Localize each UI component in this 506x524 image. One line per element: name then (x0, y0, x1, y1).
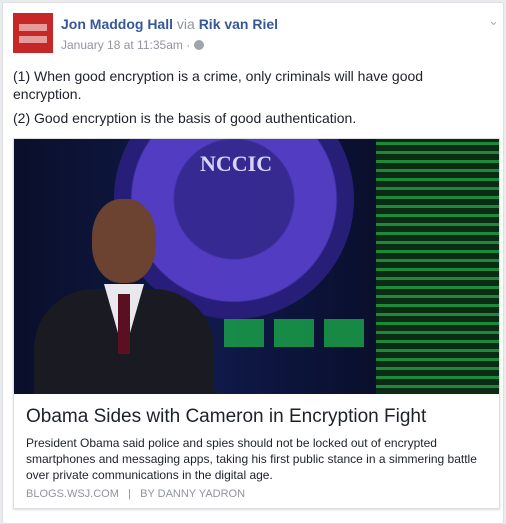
post-meta: January 18 at 11:35am · (61, 38, 204, 52)
link-title[interactable]: Obama Sides with Cameron in Encryption F… (26, 406, 426, 428)
post-text-line: (1) When good encryption is a crime, onl… (13, 68, 424, 102)
nccic-logo-text: NCCIC (200, 151, 273, 176)
avatar[interactable] (13, 13, 53, 53)
feed-post: Jon Maddog Hall via Rik van Riel January… (2, 2, 504, 524)
post-text-line: (2) Good encryption is the basis of good… (13, 110, 357, 126)
tie (118, 294, 130, 354)
via-label: via (176, 16, 195, 32)
author-link[interactable]: Jon Maddog Hall (61, 16, 173, 32)
screen-panel (224, 319, 264, 347)
link-description: President Obama said police and spies sh… (26, 436, 477, 482)
globe-icon[interactable] (193, 40, 204, 50)
link-byline: BY DANNY YADRON (140, 488, 246, 500)
link-domain: BLOGS.WSJ.COM (26, 488, 119, 500)
screen-panel (274, 319, 314, 347)
person-figure (34, 199, 214, 394)
chevron-down-icon[interactable]: ⌄ (488, 13, 499, 29)
avatar-bar (19, 36, 47, 43)
timestamp-link[interactable]: January 18 at 11:35am (61, 38, 183, 52)
meta-separator: · (186, 38, 191, 52)
link-footer: BLOGS.WSJ.COM | BY DANNY YADRON (26, 488, 245, 500)
monitor-wall (376, 139, 499, 394)
link-preview-card[interactable]: NCCIC Obama Sides with Cameron in Encryp… (13, 138, 500, 509)
via-author-link[interactable]: Rik van Riel (199, 16, 278, 32)
link-image[interactable]: NCCIC (14, 139, 499, 394)
post-header: Jon Maddog Hall via Rik van Riel (61, 16, 278, 32)
footer-divider: | (128, 488, 131, 500)
screen-panel (324, 319, 364, 347)
head (92, 199, 156, 283)
avatar-bar (19, 24, 47, 31)
